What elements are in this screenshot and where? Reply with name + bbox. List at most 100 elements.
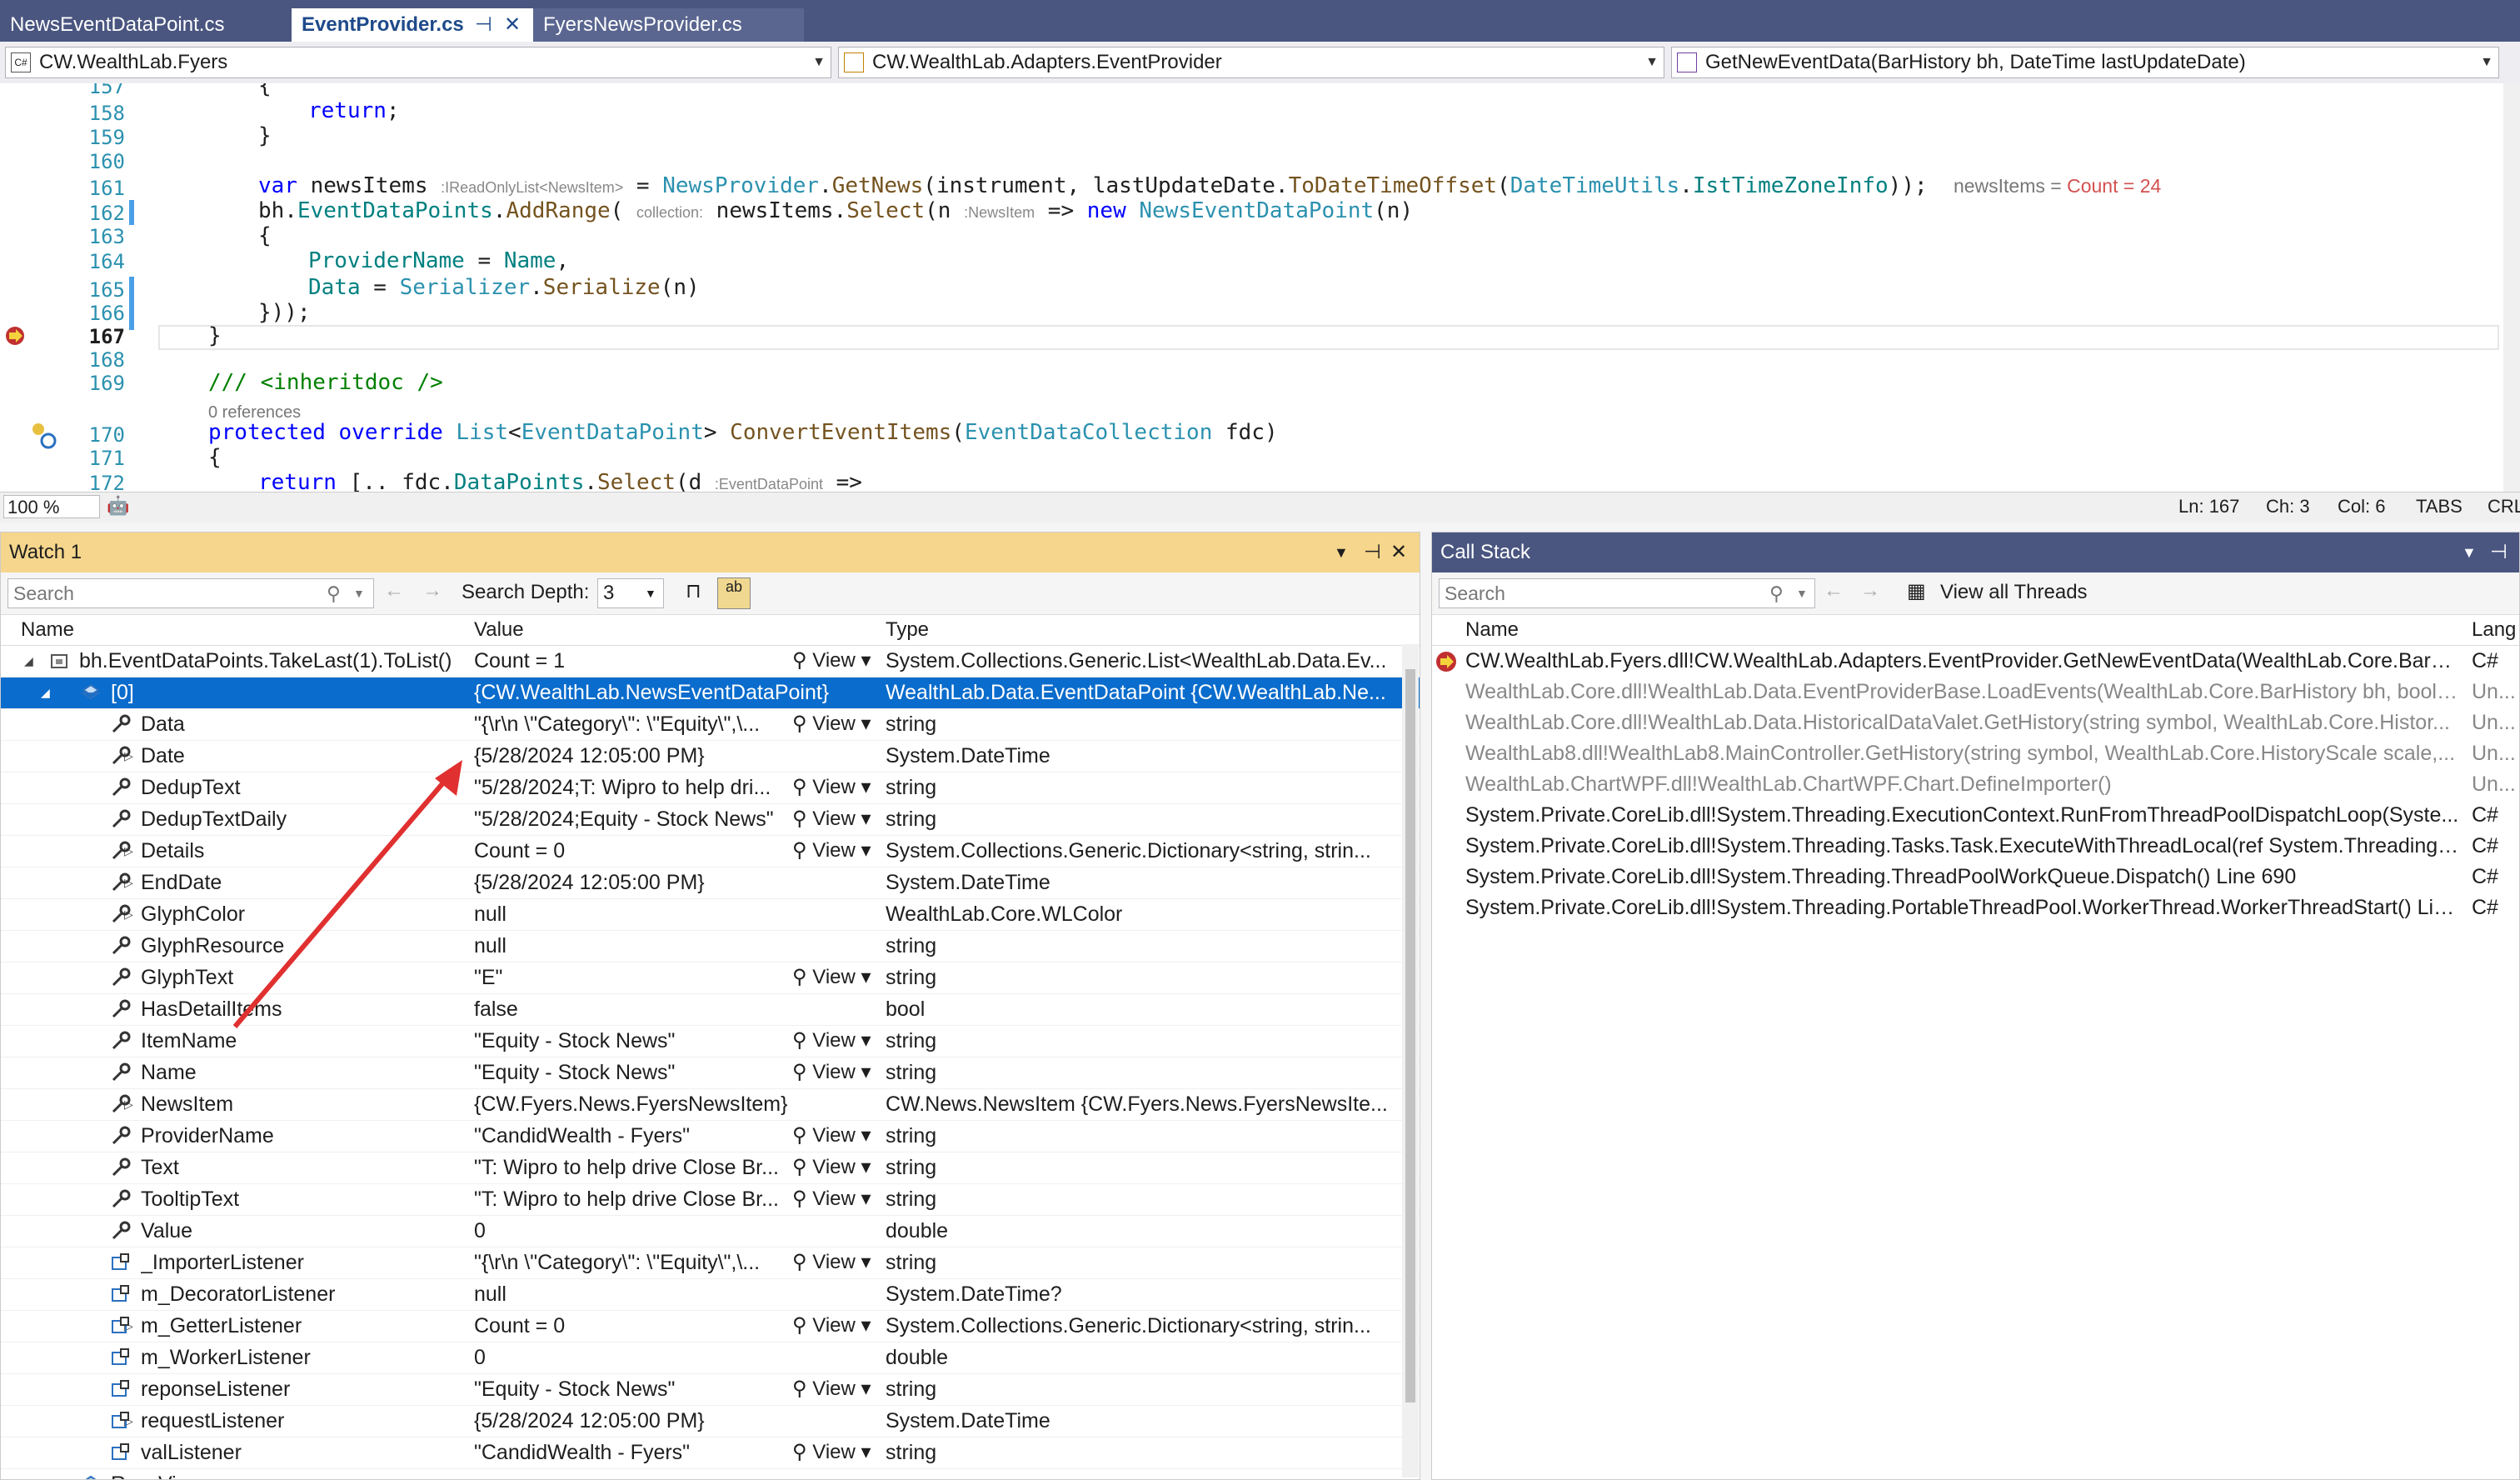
watch-value[interactable]: "T: Wipro to help drive Close Br... [474, 1152, 791, 1182]
pin-icon[interactable]: ⊣ [1364, 532, 1381, 572]
watch-value[interactable]: Count = 0 [474, 836, 791, 866]
close-icon[interactable]: ✕ [1390, 532, 1407, 572]
column-value[interactable]: Value [474, 618, 524, 642]
watch-value[interactable]: {CW.WealthLab.NewsEventDataPoint} [474, 678, 879, 708]
watch-value[interactable]: "5/28/2024;Equity - Stock News" [474, 804, 791, 834]
watch-value[interactable]: null [474, 931, 879, 961]
watch-value[interactable]: "T: Wipro to help drive Close Br... [474, 1184, 791, 1214]
watch-row[interactable]: ▷ Details Count = 0 ⚲ View ▾ System.Collecti… [1, 836, 1420, 868]
callstack-frame[interactable]: WealthLab.Core.dll!WealthLab.Data.EventP… [1432, 677, 2519, 708]
watch-row[interactable]: GlyphText "E" ⚲ View ▾ string [1, 962, 1420, 994]
view-visualizer-button[interactable]: ⚲ View ▾ [792, 1248, 871, 1278]
watch-value[interactable]: null [474, 1279, 879, 1309]
project-dropdown[interactable]: C# CW.WealthLab.Fyers ▼ [5, 47, 831, 78]
watch-row[interactable]: ItemName "Equity - Stock News" ⚲ View ▾ str… [1, 1026, 1420, 1058]
callstack-frame[interactable]: CW.WealthLab.Fyers.dll!CW.WealthLab.Adap… [1432, 646, 2519, 677]
expand-icon[interactable]: ▷ [41, 1469, 50, 1479]
zoom-dropdown[interactable]: 100 % [3, 495, 100, 518]
column-type[interactable]: Type [886, 618, 929, 642]
view-visualizer-button[interactable]: ⚲ View ▾ [792, 1438, 871, 1468]
tab-newseventdatapoint[interactable]: NewsEventDataPoint.cs [0, 8, 292, 42]
watch-value[interactable]: false [474, 994, 879, 1024]
pin-to-source-icon[interactable]: ⊓ [686, 579, 701, 603]
watch-value[interactable]: "{\r\n \"Category\": \"Equity\",\... [474, 709, 791, 739]
chevron-down-icon[interactable]: ▼ [1334, 532, 1349, 572]
watch-value[interactable]: null [474, 899, 879, 929]
column-name[interactable]: Name [21, 618, 74, 642]
view-visualizer-button[interactable]: ⚲ View ▾ [792, 1121, 871, 1151]
view-visualizer-button[interactable]: ⚲ View ▾ [792, 772, 871, 802]
collapse-icon[interactable]: ◢ [41, 678, 50, 708]
view-visualizer-button[interactable]: ⚲ View ▾ [792, 709, 871, 739]
watch-value[interactable]: {5/28/2024 12:05:00 PM} [474, 868, 879, 898]
callstack-frame[interactable]: WealthLab.Core.dll!WealthLab.Data.Histor… [1432, 708, 2519, 738]
watch-row[interactable]: ▷ Date {5/28/2024 12:05:00 PM} System.DateT… [1, 741, 1420, 772]
watch-row[interactable]: _ImporterListener "{\r\n \"Category\": \"… [1, 1248, 1420, 1279]
callstack-frame[interactable]: System.Private.CoreLib.dll!System.Thread… [1432, 831, 2519, 862]
datatip[interactable]: newsItems = Count = 24 [1954, 175, 2161, 197]
view-visualizer-button[interactable]: ⚲ View ▾ [792, 836, 871, 866]
watch-row[interactable]: ◢ [0] {CW.WealthLab.NewsEventDataPoint} Wea… [1, 678, 1420, 709]
watch-row[interactable]: HasDetailItems false bool [1, 994, 1420, 1026]
watch-value[interactable]: "{\r\n \"Category\": \"Equity\",\... [474, 1248, 791, 1278]
col-indicator[interactable]: Col: 6 [2338, 496, 2385, 518]
scrollbar-thumb[interactable] [1405, 669, 1415, 1402]
char-indicator[interactable]: Ch: 3 [2266, 496, 2310, 518]
watch-value[interactable]: "Equity - Stock News" [474, 1026, 791, 1056]
watch-value[interactable]: {CW.Fyers.News.FyersNewsItem} [474, 1089, 879, 1119]
watch-value[interactable]: 0 [474, 1342, 879, 1372]
watch-row[interactable]: Name "Equity - Stock News" ⚲ View ▾ string [1, 1058, 1420, 1089]
watch-row[interactable]: m_WorkerListener 0 double [1, 1342, 1420, 1374]
watch-row[interactable]: Value 0 double [1, 1216, 1420, 1248]
watch-value[interactable]: "Equity - Stock News" [474, 1374, 791, 1404]
search-icon[interactable]: ⚲ [1769, 579, 1784, 608]
back-arrow-icon[interactable]: ← [1824, 579, 1844, 602]
column-lang[interactable]: Lang [2472, 618, 2516, 642]
pin-icon[interactable]: ⊣ [475, 8, 492, 42]
watch-row[interactable]: ◢ bh.EventDataPoints.TakeLast(1).ToList()… [1, 646, 1420, 678]
callstack-frame[interactable]: System.Private.CoreLib.dll!System.Thread… [1432, 892, 2519, 923]
overview-scrollbar[interactable] [2503, 83, 2520, 492]
watch-value[interactable]: {5/28/2024 12:05:00 PM} [474, 741, 879, 771]
search-depth-dropdown[interactable]: 3 ▼ [597, 578, 664, 608]
chevron-down-icon[interactable]: ▼ [353, 579, 365, 608]
watch-row[interactable]: Text "T: Wipro to help drive Close Br... ⚲… [1, 1152, 1420, 1184]
watch-row[interactable]: Data "{\r\n \"Category\": \"Equity\",\...… [1, 709, 1420, 741]
watch-row[interactable]: ▷ GlyphColor null WealthLab.Core.WLColor [1, 899, 1420, 931]
watch-row[interactable]: TooltipText "T: Wipro to help drive Close… [1, 1184, 1420, 1216]
view-visualizer-button[interactable]: ⚲ View ▾ [792, 1374, 871, 1404]
watch-value[interactable]: "5/28/2024;T: Wipro to help dri... [474, 772, 791, 802]
hex-display-icon[interactable]: ab [717, 578, 751, 609]
view-visualizer-button[interactable]: ⚲ View ▾ [792, 1184, 871, 1214]
view-visualizer-button[interactable]: ⚲ View ▾ [792, 804, 871, 834]
watch-value[interactable]: 0 [474, 1216, 879, 1246]
watch-row[interactable]: ▷ Raw View [1, 1469, 1420, 1479]
watch-row[interactable]: valListener "CandidWealth - Fyers" ⚲ View … [1, 1438, 1420, 1469]
line-indicator[interactable]: Ln: 167 [2178, 496, 2239, 518]
eol-indicator[interactable]: CRL [2488, 496, 2520, 518]
view-visualizer-button[interactable]: ⚲ View ▾ [792, 1152, 871, 1182]
callstack-frame[interactable]: WealthLab8.dll!WealthLab8.MainController… [1432, 738, 2519, 769]
member-dropdown[interactable]: GetNewEventData(BarHistory bh, DateTime … [1671, 47, 2499, 78]
watch-row[interactable]: m_DecoratorListener null System.DateTime? [1, 1279, 1420, 1311]
watch-value[interactable]: "E" [474, 962, 791, 992]
watch-row[interactable]: ▷ NewsItem {CW.Fyers.News.FyersNewsItem} CW… [1, 1089, 1420, 1121]
tab-eventprovider[interactable]: EventProvider.cs ⊣ ✕ [292, 8, 533, 42]
forward-arrow-icon[interactable]: → [422, 579, 442, 602]
watch-value[interactable]: {5/28/2024 12:05:00 PM} [474, 1406, 879, 1436]
back-arrow-icon[interactable]: ← [384, 579, 404, 602]
watch-row[interactable]: GlyphResource null string [1, 931, 1420, 962]
view-all-threads-button[interactable]: View all Threads [1940, 581, 2088, 604]
watch-row[interactable]: ▷m_GetterListenerCount = 0⚲ View ▾System… [1, 1311, 1420, 1342]
callstack-frame[interactable]: WealthLab.ChartWPF.dll!WealthLab.ChartWP… [1432, 769, 2519, 800]
watch-scrollbar[interactable] [1402, 644, 1419, 1478]
watch-value[interactable]: Count = 1 [474, 646, 791, 676]
search-icon[interactable]: ⚲ [327, 579, 341, 608]
callstack-frame[interactable]: System.Private.CoreLib.dll!System.Thread… [1432, 862, 2519, 892]
type-dropdown[interactable]: CW.WealthLab.Adapters.EventProvider ▼ [838, 47, 1664, 78]
close-icon[interactable]: ✕ [504, 8, 521, 42]
column-name[interactable]: Name [1465, 618, 1519, 642]
watch-value[interactable]: "Equity - Stock News" [474, 1058, 791, 1088]
watch-row[interactable]: ▷ EndDate {5/28/2024 12:05:00 PM} System.Da… [1, 868, 1420, 899]
view-visualizer-button[interactable]: ⚲ View ▾ [792, 646, 871, 676]
